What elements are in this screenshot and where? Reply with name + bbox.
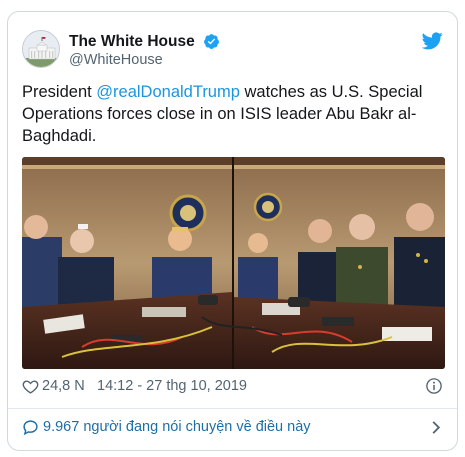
display-name[interactable]: The White House [69, 32, 195, 51]
tweet-meta: 24,8 N 14:12 - 27 thg 10, 2019 [22, 377, 443, 397]
like-count[interactable]: 24,8 N [42, 378, 85, 394]
tweet-timestamp[interactable]: 14:12 - 27 thg 10, 2019 [97, 378, 247, 394]
twitter-bird-icon[interactable] [422, 32, 443, 50]
tweet-text: President @realDonaldTrump watches as U.… [22, 81, 427, 147]
mention-link[interactable]: @realDonaldTrump [96, 83, 240, 101]
tweet-photo[interactable] [22, 157, 445, 369]
avatar[interactable] [22, 30, 60, 68]
verified-badge-icon [204, 34, 220, 49]
handle[interactable]: @WhiteHouse [69, 51, 220, 69]
situation-room-photo [22, 157, 445, 369]
divider [8, 408, 457, 409]
heart-icon[interactable] [22, 378, 39, 395]
speech-bubble-icon [23, 420, 38, 436]
conversation-label[interactable]: 9.967 người đang nói chuyện về điều này [43, 419, 311, 435]
tweet-text-prefix: President [22, 83, 97, 101]
tweet-header: The White House @WhiteHouse [22, 30, 443, 70]
author-names: The White House @WhiteHouse [69, 32, 220, 69]
conversation-link[interactable]: 9.967 người đang nói chuyện về điều này [22, 416, 443, 440]
info-icon[interactable] [425, 377, 443, 395]
chevron-right-icon[interactable] [431, 420, 441, 435]
embedded-tweet-card: The White House @WhiteHouse President @r… [7, 11, 458, 451]
